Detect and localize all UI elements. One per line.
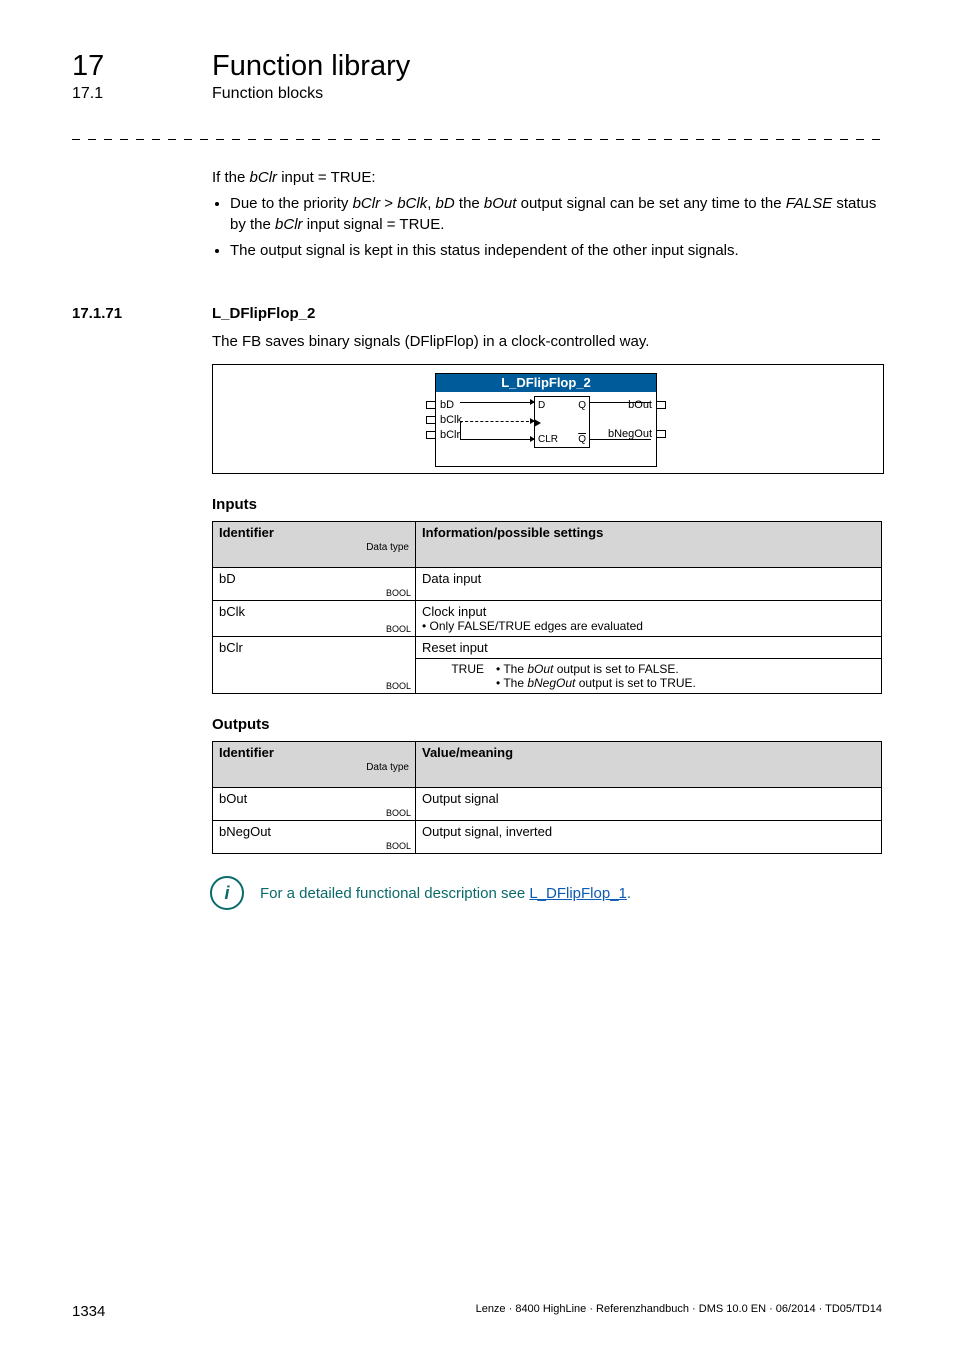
tip-icon: i: [210, 876, 244, 910]
outputs-header-info: Value/meaning: [416, 742, 882, 788]
output-info: Output signal: [416, 788, 882, 821]
footer-meta: Lenze · 8400 HighLine · Referenzhandbuch…: [476, 1303, 882, 1320]
fb-port-bclk: bClk: [440, 413, 462, 428]
inner-d: D: [538, 400, 545, 411]
output-dtype: BOOL: [386, 808, 411, 818]
input-info: Clock input: [422, 604, 875, 619]
subchapter-number: 17.1: [72, 85, 172, 103]
intro-line: If the bClr input = TRUE:: [212, 168, 882, 188]
output-id: bOut: [219, 791, 247, 806]
inputs-heading: Inputs: [212, 496, 882, 513]
inner-clr: CLR: [538, 434, 558, 445]
outputs-header-identifier: Identifier: [219, 745, 409, 760]
nested-line: • The bNegOut output is set to TRUE.: [496, 676, 875, 690]
inputs-header-info: Information/possible settings: [416, 522, 882, 568]
inputs-table: Identifier Data type Information/possibl…: [212, 521, 882, 694]
section-title: L_DFlipFlop_2: [212, 305, 315, 322]
fb-port-bclr: bClr: [440, 428, 462, 443]
chapter-title: Function library: [212, 50, 410, 83]
fb-diagram: L_DFlipFlop_2 bD bClk bClr bOut bNegOut: [212, 364, 884, 474]
fb-port-bout: bOut: [608, 398, 652, 413]
section-number: 17.1.71: [72, 305, 172, 322]
input-id: bClr: [219, 640, 243, 655]
fb-port-bd: bD: [440, 398, 462, 413]
subchapter-title: Function blocks: [212, 85, 323, 103]
table-row: bClr BOOL Reset input TRUE • The bOut ou…: [213, 637, 882, 694]
intro-bullet: The output signal is kept in this status…: [230, 241, 882, 261]
outputs-heading: Outputs: [212, 716, 882, 733]
input-id: bClk: [219, 604, 245, 619]
table-row: bD BOOL Data input: [213, 568, 882, 601]
fb-inner-block: D Q CLR Q: [534, 396, 590, 448]
tip-link[interactable]: L_DFlipFlop_1: [529, 885, 627, 902]
section-description: The FB saves binary signals (DFlipFlop) …: [212, 332, 882, 352]
divider: [72, 139, 882, 140]
inner-q: Q: [578, 400, 586, 411]
nested-key: TRUE: [416, 659, 490, 694]
intro-bullet: Due to the priority bClr > bClk, bD the …: [230, 194, 882, 235]
fb-diagram-title: L_DFlipFlop_2: [436, 374, 656, 392]
table-row: bNegOut BOOL Output signal, inverted: [213, 821, 882, 854]
nested-line: • The bOut output is set to FALSE.: [496, 662, 875, 676]
input-dtype: BOOL: [386, 588, 411, 598]
inputs-header-datatype: Data type: [219, 542, 409, 553]
output-dtype: BOOL: [386, 841, 411, 851]
tip-text: For a detailed functional description se…: [260, 885, 631, 902]
outputs-table: Identifier Data type Value/meaning bOut …: [212, 741, 882, 854]
input-dtype: BOOL: [386, 681, 411, 691]
table-row: bClk BOOL Clock input • Only FALSE/TRUE …: [213, 601, 882, 637]
input-info: Reset input: [416, 637, 881, 659]
input-dtype: BOOL: [386, 624, 411, 634]
outputs-header-datatype: Data type: [219, 762, 409, 773]
input-subinfo: • Only FALSE/TRUE edges are evaluated: [422, 619, 875, 633]
inputs-header-identifier: Identifier: [219, 525, 409, 540]
output-info: Output signal, inverted: [416, 821, 882, 854]
table-row: bOut BOOL Output signal: [213, 788, 882, 821]
clock-edge-icon: [534, 419, 541, 427]
chapter-number: 17: [72, 50, 172, 83]
output-id: bNegOut: [219, 824, 271, 839]
input-info: Data input: [416, 568, 882, 601]
page-number: 1334: [72, 1303, 105, 1320]
input-id: bD: [219, 571, 236, 586]
inner-qbar: Q: [578, 434, 586, 445]
